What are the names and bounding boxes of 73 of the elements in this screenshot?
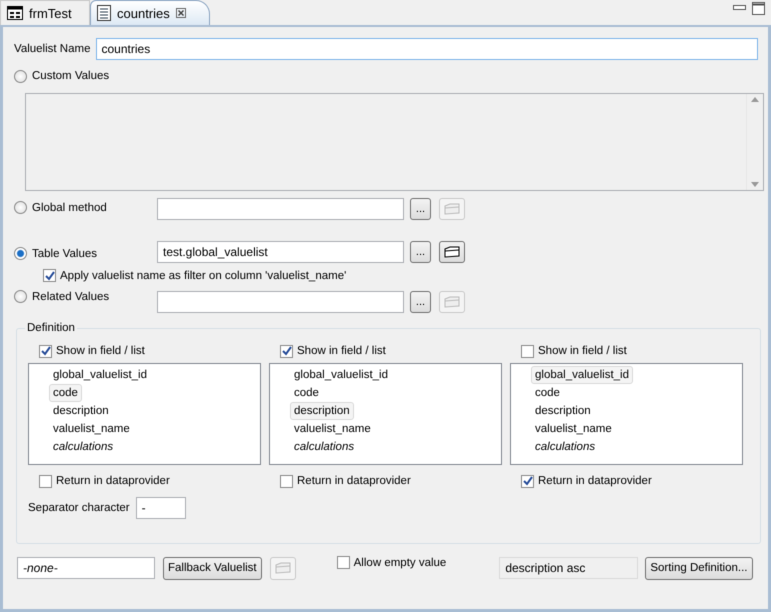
radio-label: Custom Values (32, 70, 110, 82)
maximize-icon[interactable] (752, 2, 765, 15)
editor-tab[interactable]: frmTest (0, 0, 90, 25)
checkbox[interactable] (336, 556, 350, 569)
scroll-up-icon[interactable] (751, 97, 759, 102)
browse-button[interactable]: ... (410, 198, 431, 220)
checkbox-label: Return in dataprovider (297, 475, 411, 487)
form-icon (7, 6, 23, 20)
checkbox[interactable] (39, 474, 52, 488)
list-item[interactable]: global_valuelist_id (49, 366, 151, 384)
valuelist-name-field[interactable]: countries (96, 38, 758, 60)
checkbox[interactable] (521, 474, 534, 488)
list-item[interactable]: calculations (290, 438, 358, 456)
list-item[interactable]: calculations (49, 438, 118, 456)
tab-label: frmTest (29, 6, 72, 20)
group-title: Definition (26, 322, 76, 334)
list-item[interactable]: description (531, 402, 595, 420)
custom-values-area[interactable] (25, 93, 764, 191)
text-field[interactable] (157, 291, 404, 313)
editor-tab[interactable]: countries (90, 0, 210, 25)
radio-button[interactable] (14, 247, 27, 260)
radio-label: Table Values (32, 248, 97, 260)
checkbox[interactable] (280, 344, 293, 358)
checkbox-label: Show in field / list (297, 345, 386, 357)
list-item[interactable]: valuelist_name (531, 420, 616, 438)
browse-button[interactable]: ... (410, 291, 431, 313)
list-item[interactable]: global_valuelist_id (531, 366, 633, 384)
column-list[interactable]: global_valuelist_id code description valuelist_name calculations (28, 363, 261, 465)
checkbox-label: Allow empty value (354, 556, 446, 568)
separator-field[interactable]: - (136, 497, 186, 519)
list-item[interactable]: valuelist_name (49, 420, 134, 438)
checkbox-label: Return in dataprovider (538, 475, 652, 487)
list-item[interactable]: valuelist_name (290, 420, 375, 438)
radio-button[interactable] (14, 70, 27, 82)
list-item[interactable]: code (531, 384, 564, 402)
list-item[interactable]: global_valuelist_id (290, 366, 392, 384)
list-item[interactable]: calculations (531, 438, 600, 456)
checkbox-label: Apply valuelist name as filter on column 'valuelist_name' (60, 270, 346, 282)
document-icon (97, 5, 111, 21)
list-item[interactable]: description (49, 402, 113, 420)
field-label: Separator character (28, 502, 130, 514)
close-icon[interactable] (176, 8, 186, 18)
checkbox[interactable] (280, 474, 293, 488)
column-list[interactable]: global_valuelist_id code description valuelist_name calculations (269, 363, 502, 465)
text-field[interactable] (157, 198, 404, 220)
folder-icon (444, 203, 460, 215)
radio-label: Related Values (32, 290, 110, 302)
radio-button[interactable] (14, 201, 27, 214)
sorting-definition-button[interactable]: Sorting Definition... (645, 556, 752, 580)
open-button[interactable] (439, 241, 465, 263)
sorting-field[interactable]: description asc (499, 557, 638, 579)
list-item[interactable]: code (49, 384, 82, 402)
checkbox-label: Return in dataprovider (56, 475, 170, 487)
list-item[interactable]: code (290, 384, 323, 402)
column-list[interactable]: global_valuelist_id code description valuelist_name calculations (510, 363, 743, 465)
checkbox[interactable] (521, 344, 534, 358)
scroll-down-icon[interactable] (751, 182, 759, 187)
fallback-valuelist-button[interactable]: Fallback Valuelist (163, 556, 262, 580)
checkbox[interactable] (39, 344, 52, 358)
folder-icon (274, 562, 291, 574)
checkbox-label: Show in field / list (538, 345, 627, 357)
radio-button[interactable] (14, 290, 27, 303)
checkbox[interactable] (43, 269, 56, 282)
fallback-field[interactable]: -none- (17, 557, 155, 579)
browse-button[interactable]: ... (410, 241, 431, 263)
radio-label: Global method (32, 202, 107, 214)
field-label: Valuelist Name (14, 43, 90, 55)
folder-icon (444, 246, 460, 258)
text-field[interactable]: test.global_valuelist (157, 241, 404, 263)
tab-label: countries (117, 6, 170, 20)
list-item[interactable]: description (290, 402, 354, 420)
checkbox-label: Show in field / list (56, 345, 145, 357)
folder-icon (444, 296, 460, 308)
